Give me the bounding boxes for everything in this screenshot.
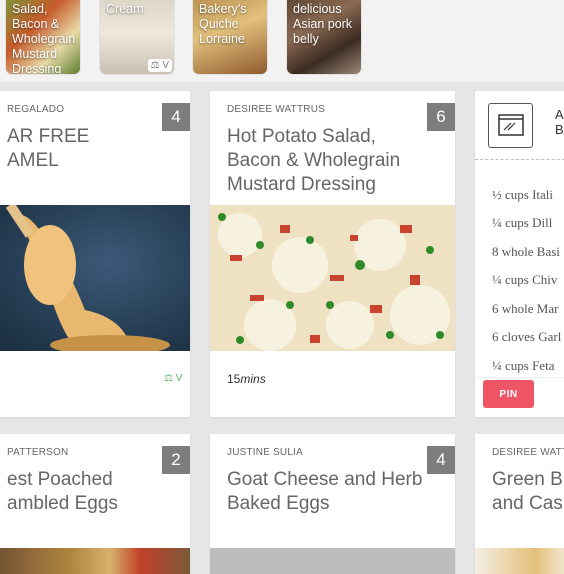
recipe-title[interactable]: AR FREE AMEL bbox=[7, 125, 89, 173]
recipe-title: Ar Br bbox=[555, 107, 564, 137]
recipe-card[interactable]: DESIREE WATTR Green B and Cas bbox=[475, 434, 564, 574]
ingredient-item: 6 whole Mar bbox=[492, 301, 559, 316]
recent-recipe-thumb[interactable]: Bakery's Quiche Lorraine bbox=[193, 0, 267, 74]
recipe-title[interactable]: est Poached ambled Eggs bbox=[7, 468, 118, 516]
pin-button[interactable]: PIN bbox=[483, 380, 534, 408]
recipe-title[interactable]: Goat Cheese and Herb Baked Eggs bbox=[227, 468, 422, 516]
recipe-author: DESIREE WATTRUS bbox=[227, 104, 326, 115]
caramel-spoon-image bbox=[5, 202, 170, 355]
ingredient-count-badge: 4 bbox=[162, 103, 190, 131]
recent-recipe-thumb[interactable]: Salad, Bacon & Wholegrain Mustard Dressi… bbox=[6, 0, 80, 74]
ingredient-item: ¼ cups Feta bbox=[492, 358, 555, 373]
ingredient-item: ½ cups Itali bbox=[492, 187, 554, 202]
recipe-title[interactable]: Green B and Cas bbox=[492, 468, 563, 516]
thumb-title: Cream bbox=[106, 2, 144, 16]
potato-salad-image bbox=[210, 205, 455, 351]
recent-recipe-thumb[interactable]: delicious Asian pork belly bbox=[287, 0, 361, 74]
recipe-title[interactable]: Hot Potato Salad, Bacon & Wholegrain Mus… bbox=[227, 125, 400, 197]
recipe-author: DESIREE WATTR bbox=[492, 447, 564, 458]
thumb-title: Bakery's Quiche Lorraine bbox=[199, 2, 247, 46]
ingredient-item: ¼ cups Chiv bbox=[492, 272, 558, 287]
ingredient-count-badge: 2 bbox=[162, 446, 190, 474]
recipe-author: REGALADO bbox=[7, 104, 65, 115]
recipe-photo[interactable] bbox=[0, 202, 190, 355]
ingredient-item: 6 cloves Garl bbox=[492, 329, 562, 344]
recipe-photo[interactable] bbox=[475, 548, 564, 574]
recent-recipes-strip: Salad, Bacon & Wholegrain Mustard Dressi… bbox=[0, 0, 564, 82]
cook-time: 15mins bbox=[227, 372, 266, 386]
recipe-photo[interactable] bbox=[0, 548, 190, 574]
divider bbox=[475, 377, 564, 378]
oven-icon-graphic bbox=[498, 114, 524, 136]
divider bbox=[475, 159, 564, 160]
vegetarian-badge: ⚖ V bbox=[147, 59, 172, 72]
recipe-author: PATTERSON bbox=[7, 447, 69, 458]
recent-recipe-thumb[interactable]: Cream ⚖ V bbox=[100, 0, 174, 74]
thumb-title: delicious Asian pork belly bbox=[293, 2, 353, 46]
ingredient-count-badge: 4 bbox=[427, 446, 455, 474]
recipe-photo[interactable] bbox=[210, 205, 455, 351]
recipe-card[interactable]: REGALADO 4 AR FREE AMEL s ⚖ V bbox=[0, 91, 190, 417]
recipe-detail-card[interactable]: Ar Br ½ cups Itali ¼ cups Dill 8 whole B… bbox=[475, 91, 564, 417]
recipe-card[interactable]: DESIREE WATTRUS 6 Hot Potato Salad, Baco… bbox=[210, 91, 455, 417]
ingredient-item: 8 whole Basi bbox=[492, 244, 560, 259]
ingredient-item: ¼ cups Dill bbox=[492, 215, 553, 230]
vegetarian-icon: ⚖ V bbox=[164, 373, 183, 384]
ingredient-count-badge: 6 bbox=[427, 103, 455, 131]
recipe-author: JUSTINE SULIA bbox=[227, 447, 303, 458]
recipe-card[interactable]: JUSTINE SULIA 4 Goat Cheese and Herb Bak… bbox=[210, 434, 455, 574]
recipe-photo[interactable] bbox=[210, 548, 455, 574]
thumb-title: Salad, Bacon & Wholegrain Mustard Dressi… bbox=[12, 2, 76, 74]
recipe-card[interactable]: PATTERSON 2 est Poached ambled Eggs bbox=[0, 434, 190, 574]
oven-icon bbox=[488, 103, 533, 148]
